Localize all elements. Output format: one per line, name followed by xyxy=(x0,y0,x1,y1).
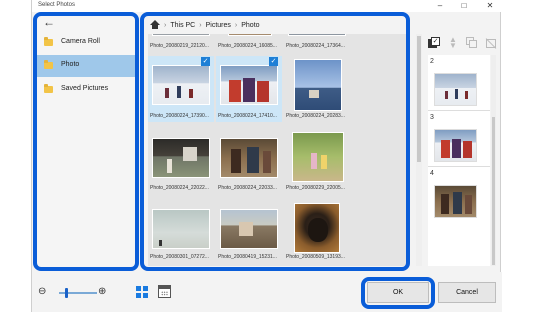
order-number: 4 xyxy=(430,170,434,177)
photo-tile[interactable]: Photo_20080509_13193... xyxy=(284,202,350,266)
photo-tile[interactable]: Photo_20080224_22022... xyxy=(148,130,214,196)
photo-thumbnail xyxy=(288,34,346,36)
photo-caption: Photo_20080224_22033... xyxy=(218,185,277,191)
select-all-icon[interactable]: ✓ xyxy=(428,37,440,49)
divider xyxy=(428,110,490,111)
select-photos-dialog: Select Photos – □ ✕ ← Camera Roll Photo … xyxy=(31,0,502,312)
photo-thumbnail xyxy=(294,203,340,253)
copy-icon[interactable] xyxy=(466,37,478,49)
photo-tile[interactable]: ✓ Photo_20080224_17390... xyxy=(148,56,214,122)
minimize-icon[interactable]: – xyxy=(428,0,452,12)
sidebar-item-camera-roll[interactable]: Camera Roll xyxy=(37,32,135,54)
photo-thumbnail xyxy=(292,132,344,182)
photo-caption: Photo_20080224_22022... xyxy=(150,185,209,191)
zoom-slider-thumb[interactable] xyxy=(65,288,68,298)
photo-thumbnail xyxy=(228,34,272,36)
breadcrumb-pictures[interactable]: Pictures xyxy=(206,22,231,29)
photo-caption: Photo_20080224_20283... xyxy=(286,113,345,119)
photo-thumbnail xyxy=(220,209,278,249)
order-number: 3 xyxy=(430,114,434,121)
photo-caption: Photo_20080224_17390... xyxy=(150,113,209,119)
photo-caption: Photo_20080224_16085... xyxy=(218,43,277,49)
chevron-right-icon: › xyxy=(164,21,167,29)
photo-thumbnail xyxy=(152,34,210,36)
breadcrumb-photo[interactable]: Photo xyxy=(241,22,259,29)
title-bar: Select Photos – □ ✕ xyxy=(32,0,502,12)
divider xyxy=(428,166,490,167)
chevron-right-icon: › xyxy=(199,21,202,29)
calendar-view-icon[interactable] xyxy=(158,285,171,298)
photo-tile[interactable]: Photo_20080419_15231... xyxy=(216,202,282,266)
sidebar-item-photo[interactable]: Photo xyxy=(37,55,135,77)
chevron-right-icon: › xyxy=(234,21,238,29)
move-up-down-icon[interactable]: ▲ ▼ xyxy=(447,36,459,50)
photo-tile[interactable]: ✓ Photo_20080224_17410... xyxy=(216,56,282,122)
photo-thumbnail xyxy=(152,138,210,178)
arrow-left-icon[interactable]: ← xyxy=(43,15,55,29)
scrollbar-thumb[interactable] xyxy=(417,36,421,162)
order-number: 2 xyxy=(430,58,434,65)
cancel-button[interactable]: Cancel xyxy=(438,282,496,303)
photo-thumbnail xyxy=(294,59,342,111)
photo-caption: Photo_20080301_07272... xyxy=(150,254,209,260)
photo-thumbnail xyxy=(152,65,210,105)
sidebar-item-label: Photo xyxy=(61,61,80,68)
photo-tile[interactable]: Photo_20080224_17364... xyxy=(284,34,350,54)
breadcrumb: › This PC › Pictures › Photo xyxy=(150,17,260,33)
photo-caption: Photo_20080509_13193... xyxy=(286,254,345,260)
photo-caption: Photo_20080219_22120... xyxy=(150,43,209,49)
selection-toolbar: ✓ ▲ ▼ xyxy=(428,36,497,50)
photo-tile[interactable]: Photo_20080224_22033... xyxy=(216,130,282,196)
selected-photo-thumbnail[interactable] xyxy=(434,73,477,106)
selected-photos-list: 2 3 4 xyxy=(428,55,490,266)
selected-photo-thumbnail[interactable] xyxy=(434,185,477,218)
folder-icon xyxy=(44,60,53,69)
sidebar-item-label: Camera Roll xyxy=(61,38,100,45)
photo-tile[interactable]: Photo_20080301_07272... xyxy=(148,202,214,266)
maximize-icon[interactable]: □ xyxy=(452,0,476,12)
photo-tile[interactable]: Photo_20080224_16085... xyxy=(216,34,282,54)
photo-caption: Photo_20080224_17410... xyxy=(218,113,277,119)
grid-view-icon[interactable] xyxy=(136,286,148,298)
photo-tile[interactable]: Photo_20080219_22120... xyxy=(148,34,214,54)
clear-selection-icon[interactable] xyxy=(485,37,497,49)
sidebar-item-saved-pictures[interactable]: Saved Pictures xyxy=(37,79,135,101)
folder-sidebar: ← Camera Roll Photo Saved Pictures xyxy=(35,12,139,268)
checkbox-checked-icon[interactable]: ✓ xyxy=(201,57,210,66)
photo-caption: Photo_20080229_22005... xyxy=(286,185,345,191)
photo-caption: Photo_20080224_17364... xyxy=(286,43,345,49)
bottom-toolbar: ⊖ ⊕ OK Cancel xyxy=(32,272,502,312)
ok-button[interactable]: OK xyxy=(367,282,429,303)
photo-thumbnail xyxy=(220,138,278,178)
close-icon[interactable]: ✕ xyxy=(478,0,502,12)
photo-grid: Photo_20080219_22120... Photo_20080224_1… xyxy=(148,34,410,266)
scrollbar-thumb[interactable] xyxy=(492,117,495,265)
photo-thumbnail xyxy=(220,65,278,105)
photo-caption: Photo_20080419_15231... xyxy=(218,254,277,260)
folder-icon xyxy=(44,84,53,93)
selected-photo-thumbnail[interactable] xyxy=(434,129,477,162)
window-title: Select Photos xyxy=(38,2,76,8)
home-icon[interactable] xyxy=(150,20,160,30)
breadcrumb-this-pc[interactable]: This PC xyxy=(170,22,195,29)
photo-thumbnail xyxy=(152,209,210,249)
checkbox-checked-icon[interactable]: ✓ xyxy=(269,57,278,66)
selected-list-scrollbar[interactable] xyxy=(491,55,496,266)
sidebar-item-label: Saved Pictures xyxy=(61,85,109,92)
photo-tile[interactable]: Photo_20080229_22005... xyxy=(284,130,350,196)
zoom-in-icon[interactable]: ⊕ xyxy=(98,286,106,297)
folder-icon xyxy=(44,37,53,46)
grid-scrollbar[interactable] xyxy=(416,34,422,266)
zoom-out-icon[interactable]: ⊖ xyxy=(38,286,46,297)
photo-tile[interactable]: Photo_20080224_20283... xyxy=(284,56,350,122)
